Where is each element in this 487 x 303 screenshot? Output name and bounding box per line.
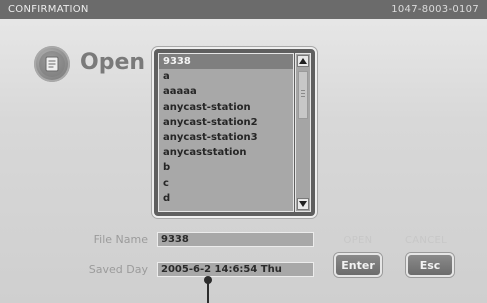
list-item[interactable]: d <box>159 191 293 206</box>
arrow-up-icon <box>299 58 307 64</box>
document-icon <box>34 46 70 82</box>
title-bar: CONFIRMATION 1047-8003-0107 <box>0 0 487 19</box>
list-item[interactable]: aaaaa <box>159 84 293 99</box>
esc-button[interactable]: Esc <box>406 253 454 277</box>
list-item[interactable]: anycaststation <box>159 145 293 160</box>
file-list-panel: 9338 a aaaaa anycast-station anycast-station… <box>152 47 317 218</box>
pointer-cursor-stem <box>207 280 209 303</box>
list-item[interactable]: b <box>159 160 293 175</box>
enter-button[interactable]: Enter <box>334 253 382 277</box>
file-list[interactable]: 9338 a aaaaa anycast-station anycast-station… <box>158 53 294 212</box>
list-scrollbar[interactable] <box>295 53 311 212</box>
list-item[interactable]: anycast-station3 <box>159 130 293 145</box>
list-item[interactable]: anycast-station2 <box>159 115 293 130</box>
cancel-action-label: CANCEL <box>405 235 447 246</box>
open-action-label: OPEN <box>343 235 373 246</box>
open-title: Open <box>80 50 146 75</box>
list-item[interactable]: anycast-station <box>159 100 293 115</box>
file-name-label: File Name <box>93 233 148 246</box>
list-item[interactable]: a <box>159 69 293 84</box>
scroll-thumb[interactable] <box>298 71 308 119</box>
saved-day-label: Saved Day <box>88 263 148 276</box>
scroll-up-button[interactable] <box>297 55 309 67</box>
dialog-code: 1047-8003-0107 <box>391 4 479 15</box>
scroll-down-button[interactable] <box>297 198 309 210</box>
file-name-field[interactable]: 9338 <box>157 232 314 247</box>
list-item[interactable]: 9338 <box>159 54 293 70</box>
saved-day-field: 2005-6-2 14:6:54 Thu <box>157 262 314 277</box>
list-item[interactable]: c <box>159 176 293 191</box>
dialog-title: CONFIRMATION <box>8 4 89 15</box>
arrow-down-icon <box>299 201 307 207</box>
